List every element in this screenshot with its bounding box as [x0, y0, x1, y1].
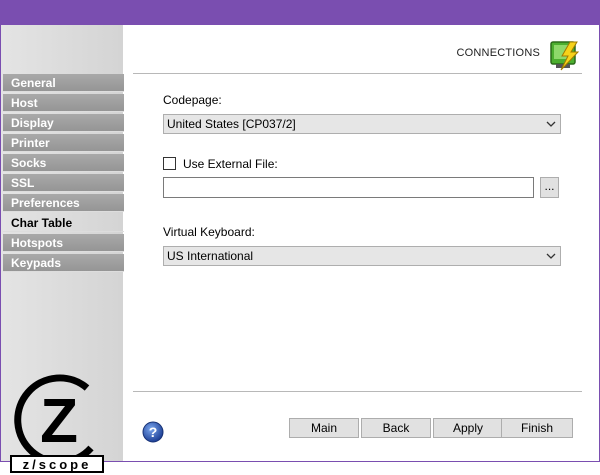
virtual-keyboard-value: US International: [167, 249, 254, 263]
page-title: CONNECTIONS: [456, 47, 540, 59]
main-button[interactable]: Main: [289, 418, 359, 438]
window-titlebar[interactable]: [0, 0, 600, 25]
sidebar-item-keypads[interactable]: Keypads: [3, 254, 124, 272]
finish-button[interactable]: Finish: [501, 418, 573, 438]
help-icon[interactable]: ?: [142, 421, 164, 443]
sidebar-item-printer[interactable]: Printer: [3, 134, 124, 152]
sidebar-item-display[interactable]: Display: [3, 114, 124, 132]
back-button[interactable]: Back: [361, 418, 431, 438]
logo-wordmark: z/scope: [23, 457, 92, 472]
sidebar-item-general[interactable]: General: [3, 74, 124, 92]
codepage-select[interactable]: United States [CP037/2]: [163, 114, 561, 134]
sidebar: General Host Display Printer Socks SSL P…: [1, 25, 124, 473]
sidebar-item-hotspots[interactable]: Hotspots: [3, 234, 124, 252]
codepage-label: Codepage:: [163, 93, 222, 107]
external-file-label: Use External File:: [183, 157, 278, 171]
sidebar-item-preferences[interactable]: Preferences: [3, 194, 124, 212]
codepage-value: United States [CP037/2]: [167, 117, 296, 131]
logo-letter: Z: [40, 387, 78, 456]
external-file-checkbox[interactable]: [163, 157, 176, 170]
svg-text:?: ?: [149, 424, 158, 440]
chevron-down-icon: [546, 253, 556, 259]
header-divider: [133, 73, 582, 74]
sidebar-item-ssl[interactable]: SSL: [3, 174, 124, 192]
footer-divider: [133, 391, 582, 392]
connections-icon: [550, 41, 580, 71]
sidebar-item-host[interactable]: Host: [3, 94, 124, 112]
chevron-down-icon: [546, 121, 556, 127]
sidebar-item-socks[interactable]: Socks: [3, 154, 124, 172]
virtual-keyboard-label: Virtual Keyboard:: [163, 225, 255, 239]
external-file-input[interactable]: [163, 177, 534, 198]
virtual-keyboard-select[interactable]: US International: [163, 246, 561, 266]
sidebar-item-char-table[interactable]: Char Table: [3, 214, 124, 232]
zscope-logo: Z z/scope: [10, 374, 104, 473]
browse-button[interactable]: ...: [540, 177, 559, 198]
apply-button[interactable]: Apply: [433, 418, 503, 438]
